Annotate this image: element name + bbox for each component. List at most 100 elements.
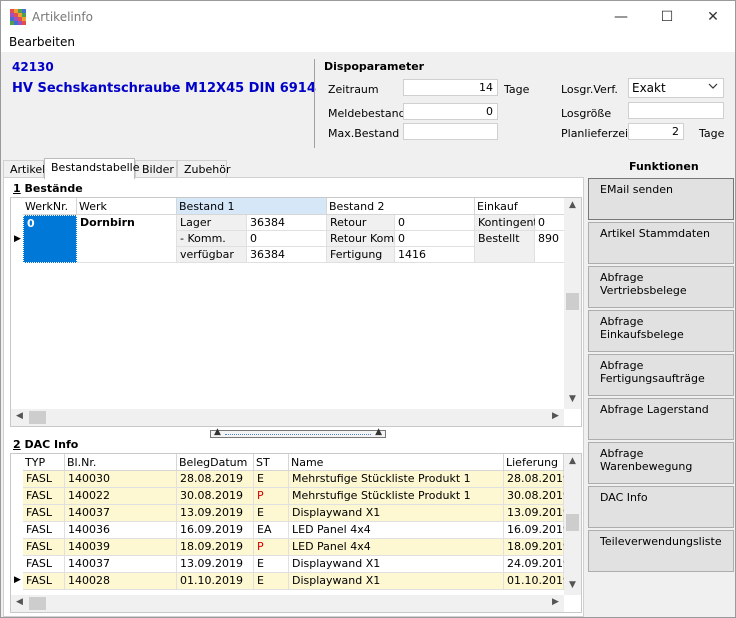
vertical-scrollbar[interactable]: ▲ ▼ [564,454,581,595]
table-cell[interactable]: 18.09.2019 [504,539,570,556]
table-cell[interactable]: P [254,539,289,556]
table-cell[interactable]: FASL [23,573,65,590]
column-header-werk[interactable]: Werk [77,198,177,215]
zeitraum-field[interactable]: 14 [403,79,498,96]
tab-artikel[interactable]: Artikel [3,160,45,178]
table-cell[interactable]: 13.09.2019 [177,505,254,522]
column-header-einkauf[interactable]: Einkauf [475,198,567,215]
maxbestand-field[interactable] [403,123,498,140]
abfrage-lagerstand-button[interactable]: Abfrage Lagerstand [588,398,734,440]
losgroesse-field[interactable] [628,102,724,119]
scroll-right-icon[interactable]: ▶ [547,411,564,421]
column-header-lieferung[interactable]: Lieferung [504,454,564,471]
scroll-right-icon[interactable]: ▶ [547,597,564,607]
vertical-scrollbar[interactable]: ▲ ▼ [564,198,581,409]
table-cell[interactable]: FASL [23,522,65,539]
table-cell[interactable]: 140037 [65,505,177,522]
teileverwendungsliste-button[interactable]: Teileverwendungsliste [588,530,734,572]
artikel-stammdaten-button[interactable]: Artikel Stammdaten [588,222,734,264]
table-cell[interactable]: LED Panel 4x4 [289,522,504,539]
table-cell[interactable]: EA [254,522,289,539]
b1-value: 36384 [247,247,327,263]
table-cell[interactable]: FASL [23,471,65,488]
maxbestand-label: Max.Bestand [328,127,400,140]
table-cell[interactable]: 140039 [65,539,177,556]
table-cell[interactable]: FASL [23,505,65,522]
table-cell[interactable]: E [254,505,289,522]
scroll-up-icon[interactable]: ▲ [564,200,581,210]
table-cell[interactable]: Mehrstufige Stückliste Produkt 1 [289,471,504,488]
table-cell[interactable]: 30.08.2019 [504,488,570,505]
column-header-typ[interactable]: TYP [23,454,65,471]
close-button[interactable]: ✕ [690,1,736,32]
maximize-button[interactable]: ☐ [644,1,690,32]
table-cell[interactable]: FASL [23,539,65,556]
abfrage-fertigungsauftraege-button[interactable]: Abfrage Fertigungsaufträge [588,354,734,396]
scroll-up-icon[interactable]: ▲ [564,456,581,466]
column-header-werknr[interactable]: WerkNr. [23,198,77,215]
menu-bearbeiten[interactable]: Bearbeiten [9,35,75,49]
tab-bestandstabelle[interactable]: Bestandstabelle [44,158,139,179]
scroll-down-icon[interactable]: ▼ [564,394,581,404]
meldebestand-field[interactable]: 0 [403,103,498,120]
losgr-verf-select[interactable]: Exakt [628,78,724,98]
table-cell[interactable]: FASL [23,488,65,505]
menu-bar: Bearbeiten [1,32,735,52]
column-header-name[interactable]: Name [289,454,504,471]
table-cell[interactable]: Displaywand X1 [289,573,504,590]
tab-zubehoer[interactable]: Zubehör [177,160,230,178]
table-cell[interactable]: 18.09.2019 [177,539,254,556]
splitter-handle[interactable]: ▲ ▲ [210,427,386,438]
scroll-thumb[interactable] [566,293,579,310]
table-cell[interactable]: 24.09.2019 [504,556,570,573]
abfrage-vertriebsbelege-button[interactable]: Abfrage Vertriebsbelege [588,266,734,308]
planlieferzeit-field[interactable]: 2 [628,123,684,140]
table-cell[interactable]: Mehrstufige Stückliste Produkt 1 [289,488,504,505]
scroll-thumb[interactable] [29,411,46,424]
table-cell[interactable]: 13.09.2019 [177,556,254,573]
werknr-cell[interactable]: 0 [23,215,77,263]
table-cell[interactable]: 140036 [65,522,177,539]
column-header-blnr[interactable]: Bl.Nr. [65,454,177,471]
table-cell[interactable]: 28.08.2019 [177,471,254,488]
abfrage-warenbewegung-button[interactable]: Abfrage Warenbewegung [588,442,734,484]
table-cell[interactable]: P [254,488,289,505]
title-bar: Artikelinfo — ☐ ✕ [1,1,735,32]
scroll-left-icon[interactable]: ◀ [11,597,28,607]
table-cell[interactable]: 01.10.2019 [177,573,254,590]
dac-info-button[interactable]: DAC Info [588,486,734,528]
scroll-down-icon[interactable]: ▼ [564,580,581,590]
horizontal-scrollbar[interactable]: ◀ ▶ [11,409,564,426]
column-header-st[interactable]: ST [254,454,289,471]
table-cell[interactable]: E [254,573,289,590]
table-cell[interactable]: E [254,556,289,573]
table-cell[interactable]: FASL [23,556,65,573]
table-cell[interactable]: 140030 [65,471,177,488]
tab-bilder[interactable]: Bilder [135,160,177,178]
table-cell[interactable]: LED Panel 4x4 [289,539,504,556]
table-cell[interactable]: 01.10.2019 [504,573,570,590]
table-cell[interactable]: 28.08.2019 [504,471,570,488]
table-cell[interactable]: 30.08.2019 [177,488,254,505]
table-cell[interactable]: 140037 [65,556,177,573]
werk-cell[interactable]: Dornbirn [77,215,177,263]
column-header-bestand2[interactable]: Bestand 2 [327,198,475,215]
scroll-thumb[interactable] [566,514,579,531]
abfrage-einkaufsbelege-button[interactable]: Abfrage Einkaufsbelege [588,310,734,352]
table-cell[interactable]: 140022 [65,488,177,505]
table-cell[interactable]: Displaywand X1 [289,556,504,573]
scroll-left-icon[interactable]: ◀ [11,411,28,421]
table-cell[interactable]: 140028 [65,573,177,590]
table-cell[interactable]: Displaywand X1 [289,505,504,522]
table-cell[interactable]: 16.09.2019 [504,522,570,539]
scroll-thumb[interactable] [29,597,46,610]
column-header-belegdatum[interactable]: BelegDatum [177,454,254,471]
minimize-button[interactable]: — [598,1,644,32]
column-header-bestand1[interactable]: Bestand 1 [177,198,327,215]
email-senden-button[interactable]: EMail senden [588,178,734,220]
table-cell[interactable]: 16.09.2019 [177,522,254,539]
table-cell[interactable]: 13.09.2019 [504,505,570,522]
article-number: 42130 [12,60,54,74]
table-cell[interactable]: E [254,471,289,488]
horizontal-scrollbar[interactable]: ◀ ▶ [11,595,564,612]
